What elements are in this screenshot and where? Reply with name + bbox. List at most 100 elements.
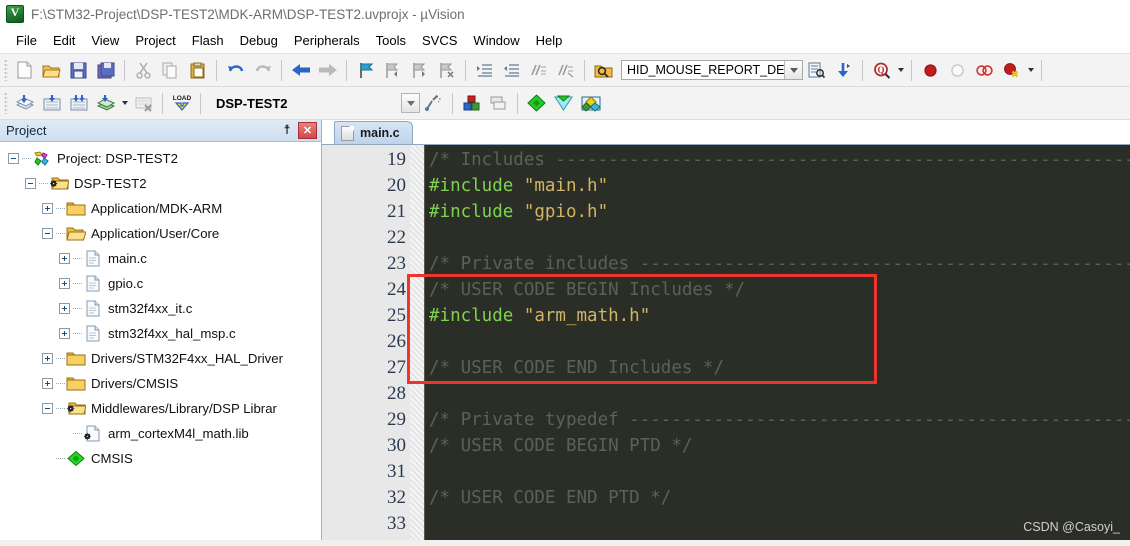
magnify-browse-dropdown-icon[interactable] bbox=[895, 58, 906, 83]
search-input[interactable]: HID_MOUSE_REPORT_DE bbox=[622, 63, 784, 77]
find-document-icon[interactable] bbox=[803, 57, 830, 84]
breakpoint-enable-icon[interactable] bbox=[944, 57, 971, 84]
chevron-down-icon[interactable] bbox=[784, 61, 803, 79]
tree-expand-icon[interactable] bbox=[42, 203, 53, 214]
tree-item[interactable]: Application/MDK-ARM bbox=[0, 196, 321, 221]
menu-item-window[interactable]: Window bbox=[465, 31, 527, 50]
tree-expand-icon[interactable] bbox=[59, 253, 70, 264]
target-name[interactable]: DSP-TEST2 bbox=[212, 96, 401, 111]
tree-expand-icon[interactable] bbox=[59, 278, 70, 289]
tree-item[interactable]: arm_cortexM4l_math.lib bbox=[0, 421, 321, 446]
tree-item[interactable]: Middlewares/Library/DSP Librar bbox=[0, 396, 321, 421]
magnify-browse-icon[interactable]: Q bbox=[868, 57, 895, 84]
tree-expand-icon[interactable] bbox=[59, 328, 70, 339]
breakpoint-kill-all-icon[interactable] bbox=[998, 57, 1025, 84]
tree-item[interactable]: CMSIS bbox=[0, 446, 321, 471]
tree-expand-icon[interactable] bbox=[42, 353, 53, 364]
tree-collapse-icon[interactable] bbox=[42, 228, 53, 239]
code-line[interactable]: #include "arm_math.h" bbox=[425, 303, 1130, 329]
select-software-packs-icon[interactable] bbox=[577, 90, 604, 117]
open-file-icon[interactable] bbox=[38, 57, 65, 84]
tree-expand-icon[interactable] bbox=[42, 378, 53, 389]
menu-item-debug[interactable]: Debug bbox=[232, 31, 286, 50]
code-line[interactable]: /* Private define ----------------------… bbox=[425, 537, 1130, 540]
uncomment-icon[interactable] bbox=[552, 57, 579, 84]
toolbar-grip[interactable] bbox=[4, 92, 8, 114]
tree-item[interactable]: main.c bbox=[0, 246, 321, 271]
target-selector[interactable]: DSP-TEST2 bbox=[212, 92, 420, 114]
batch-build-icon[interactable] bbox=[92, 90, 119, 117]
pack-installer-icon[interactable] bbox=[523, 90, 550, 117]
find-in-files-icon[interactable] bbox=[590, 57, 617, 84]
bookmark-column[interactable] bbox=[410, 145, 425, 540]
goto-definition-icon[interactable] bbox=[830, 57, 857, 84]
code-line[interactable] bbox=[425, 459, 1130, 485]
bookmark-toggle-icon[interactable] bbox=[352, 57, 379, 84]
close-icon[interactable]: ✕ bbox=[298, 122, 317, 139]
menu-item-edit[interactable]: Edit bbox=[45, 31, 83, 50]
toolbar-grip[interactable] bbox=[4, 59, 8, 81]
code-line[interactable] bbox=[425, 225, 1130, 251]
navigate-back-icon[interactable] bbox=[287, 57, 314, 84]
tree-item[interactable]: stm32f4xx_hal_msp.c bbox=[0, 321, 321, 346]
manage-run-time-env-icon[interactable] bbox=[550, 90, 577, 117]
menu-item-project[interactable]: Project bbox=[127, 31, 183, 50]
tree-item[interactable]: Application/User/Core bbox=[0, 221, 321, 246]
copy-icon[interactable] bbox=[157, 57, 184, 84]
code-line[interactable]: /* Private includes --------------------… bbox=[425, 251, 1130, 277]
tree-item[interactable]: stm32f4xx_it.c bbox=[0, 296, 321, 321]
code-line[interactable] bbox=[425, 329, 1130, 355]
code-line[interactable] bbox=[425, 381, 1130, 407]
manage-multi-project-icon[interactable] bbox=[485, 90, 512, 117]
bookmark-next-icon[interactable] bbox=[406, 57, 433, 84]
menu-item-svcs[interactable]: SVCS bbox=[414, 31, 465, 50]
tree-item[interactable]: DSP-TEST2 bbox=[0, 171, 321, 196]
code-line[interactable]: /* USER CODE END PTD */ bbox=[425, 485, 1130, 511]
breakpoint-disable-all-icon[interactable] bbox=[971, 57, 998, 84]
indent-icon[interactable] bbox=[471, 57, 498, 84]
tree-item[interactable]: Project: DSP-TEST2 bbox=[0, 146, 321, 171]
menu-item-help[interactable]: Help bbox=[528, 31, 571, 50]
new-file-icon[interactable] bbox=[11, 57, 38, 84]
menu-item-tools[interactable]: Tools bbox=[368, 31, 414, 50]
tree-item[interactable]: gpio.c bbox=[0, 271, 321, 296]
stop-build-icon[interactable] bbox=[130, 90, 157, 117]
menu-item-view[interactable]: View bbox=[83, 31, 127, 50]
tree-expand-icon[interactable] bbox=[59, 303, 70, 314]
bookmark-clear-icon[interactable] bbox=[433, 57, 460, 84]
code-line[interactable]: /* USER CODE END Includes */ bbox=[425, 355, 1130, 381]
cut-icon[interactable] bbox=[130, 57, 157, 84]
target-options-icon[interactable] bbox=[420, 90, 447, 117]
batch-build-dropdown-icon[interactable] bbox=[119, 91, 130, 116]
editor-tab-main-c[interactable]: main.c bbox=[334, 121, 413, 144]
tree-item[interactable]: Drivers/CMSIS bbox=[0, 371, 321, 396]
manage-project-items-icon[interactable] bbox=[458, 90, 485, 117]
save-all-icon[interactable] bbox=[92, 57, 119, 84]
breakpoint-insert-icon[interactable] bbox=[917, 57, 944, 84]
undo-icon[interactable] bbox=[222, 57, 249, 84]
build-icon[interactable] bbox=[38, 90, 65, 117]
code-line[interactable]: /* Includes ----------------------------… bbox=[425, 147, 1130, 173]
code-line[interactable]: /* USER CODE BEGIN Includes */ bbox=[425, 277, 1130, 303]
save-icon[interactable] bbox=[65, 57, 92, 84]
menu-item-peripherals[interactable]: Peripherals bbox=[286, 31, 368, 50]
pin-icon[interactable]: ☨ bbox=[278, 122, 296, 140]
tree-collapse-icon[interactable] bbox=[8, 153, 19, 164]
rebuild-icon[interactable] bbox=[65, 90, 92, 117]
code-line[interactable]: #include "gpio.h" bbox=[425, 199, 1130, 225]
chevron-down-icon[interactable] bbox=[401, 93, 420, 113]
bookmark-prev-icon[interactable] bbox=[379, 57, 406, 84]
redo-icon[interactable] bbox=[249, 57, 276, 84]
code-line[interactable]: /* Private typedef ---------------------… bbox=[425, 407, 1130, 433]
tree-item[interactable]: Drivers/STM32F4xx_HAL_Driver bbox=[0, 346, 321, 371]
menu-item-file[interactable]: File bbox=[8, 31, 45, 50]
translate-icon[interactable] bbox=[11, 90, 38, 117]
paste-icon[interactable] bbox=[184, 57, 211, 84]
tree-collapse-icon[interactable] bbox=[42, 403, 53, 414]
code-text[interactable]: /* Includes ----------------------------… bbox=[425, 145, 1130, 540]
tree-collapse-icon[interactable] bbox=[25, 178, 36, 189]
navigate-forward-icon[interactable] bbox=[314, 57, 341, 84]
breakpoint-dropdown-icon[interactable] bbox=[1025, 58, 1036, 83]
menu-item-flash[interactable]: Flash bbox=[184, 31, 232, 50]
search-combo[interactable]: HID_MOUSE_REPORT_DE bbox=[621, 60, 804, 80]
